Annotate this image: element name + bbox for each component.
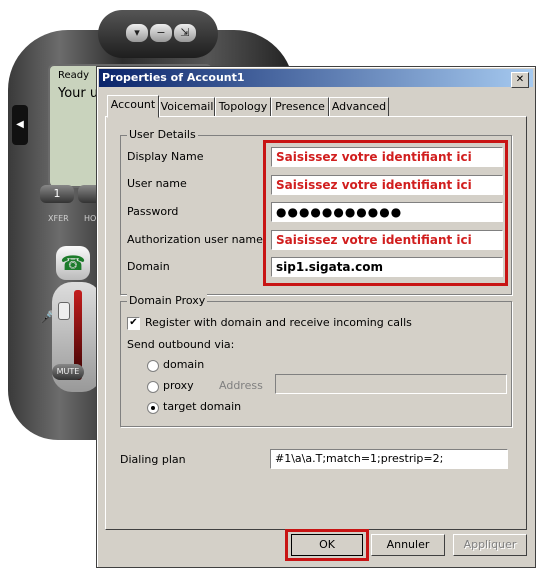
- tab-presence[interactable]: Presence: [271, 97, 329, 117]
- line-1-button[interactable]: 1: [40, 185, 74, 203]
- close-icon[interactable]: ✕: [511, 72, 529, 88]
- tab-account[interactable]: Account: [107, 95, 159, 118]
- radio-proxy[interactable]: [147, 381, 159, 393]
- dialog-title: Properties of Account1: [102, 71, 245, 84]
- dialing-plan-label: Dialing plan: [120, 453, 186, 466]
- radio-domain-label: domain: [163, 358, 205, 371]
- properties-dialog: Properties of Account1 ✕ Account Voicema…: [96, 66, 536, 568]
- domain-proxy-group: Domain Proxy ✔ Register with domain and …: [120, 294, 512, 427]
- tab-advanced[interactable]: Advanced: [329, 97, 389, 117]
- volume-knob[interactable]: [58, 302, 70, 320]
- register-label: Register with domain and receive incomin…: [145, 316, 412, 329]
- display-name-label: Display Name: [127, 150, 204, 163]
- password-label: Password: [127, 205, 179, 218]
- account-tab-panel: User Details Display Name User name Pass…: [105, 116, 527, 530]
- screen-status: Ready: [58, 70, 90, 81]
- domain-label: Domain: [127, 260, 170, 273]
- minus-icon[interactable]: −: [150, 24, 172, 42]
- user-details-group: User Details Display Name User name Pass…: [120, 128, 512, 295]
- address-field[interactable]: [275, 374, 507, 394]
- radio-domain[interactable]: [147, 360, 159, 372]
- auth-user-label: Authorization user name: [127, 233, 263, 246]
- domain-proxy-title: Domain Proxy: [127, 294, 208, 307]
- auth-user-field[interactable]: Saisissez votre identifiant ici: [271, 230, 503, 250]
- tab-topology[interactable]: Topology: [215, 97, 271, 117]
- handset-icon[interactable]: ☎: [56, 246, 90, 280]
- apply-button[interactable]: Appliquer: [453, 534, 527, 556]
- side-arrow-button[interactable]: ◀: [12, 105, 28, 145]
- radio-target-domain[interactable]: [147, 402, 159, 414]
- xfer-label: XFER: [48, 214, 69, 223]
- arrow-down-icon[interactable]: ⇲: [174, 24, 196, 42]
- address-label: Address: [219, 379, 263, 392]
- domain-field[interactable]: sip1.sigata.com: [271, 257, 503, 277]
- hold-label: HO: [84, 214, 97, 223]
- user-name-label: User name: [127, 177, 187, 190]
- cancel-button[interactable]: Annuler: [371, 534, 445, 556]
- send-outbound-label: Send outbound via:: [127, 338, 235, 351]
- radio-target-domain-label: target domain: [163, 400, 242, 413]
- register-checkbox[interactable]: ✔: [127, 317, 140, 330]
- password-field[interactable]: ●●●●●●●●●●●: [271, 202, 503, 222]
- tab-voicemail[interactable]: Voicemail: [159, 97, 215, 117]
- user-name-field[interactable]: Saisissez votre identifiant ici: [271, 175, 503, 195]
- display-name-field[interactable]: Saisissez votre identifiant ici: [271, 147, 503, 167]
- mute-button[interactable]: MUTE: [52, 364, 84, 380]
- radio-proxy-label: proxy: [163, 379, 194, 392]
- chevron-down-icon[interactable]: ▾: [126, 24, 148, 42]
- dialog-titlebar: Properties of Account1 ✕: [99, 69, 533, 88]
- ok-button[interactable]: OK: [291, 534, 363, 556]
- user-details-title: User Details: [127, 128, 198, 141]
- softphone-top-controls: ▾ − ⇲: [98, 10, 218, 58]
- dialing-plan-field[interactable]: #1\a\a.T;match=1;prestrip=2;: [270, 449, 508, 469]
